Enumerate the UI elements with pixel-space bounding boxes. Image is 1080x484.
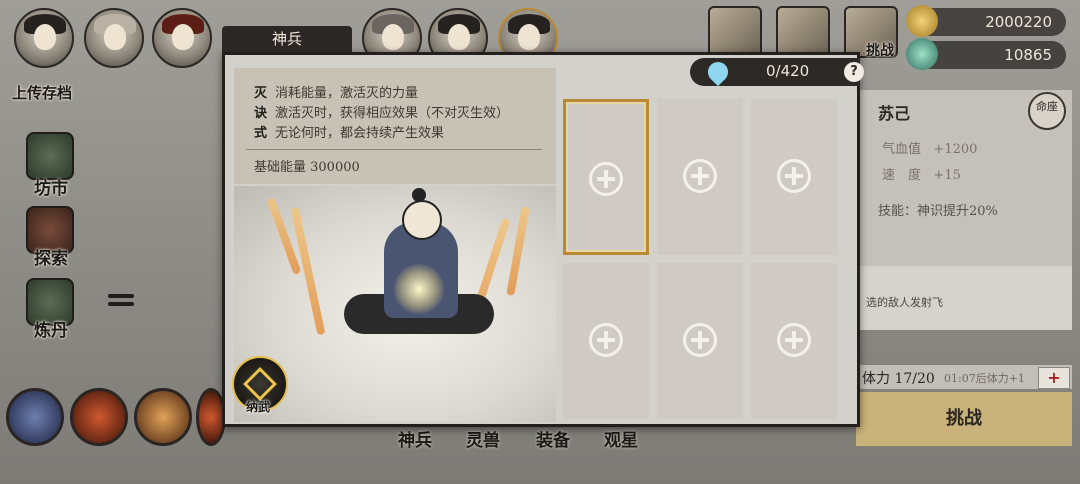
challenge-event-label[interactable]: 挑战: [866, 40, 894, 60]
upload-save-label[interactable]: 上传存档: [12, 82, 72, 103]
add-stamina-button[interactable]: +: [1038, 367, 1070, 389]
stat-speed: 速 度 +15: [882, 164, 961, 183]
stamina-timer: 01:07后体力+1: [944, 372, 1025, 385]
tab-equipment[interactable]: 装备: [536, 426, 570, 451]
add-weapon-icon: [589, 323, 623, 357]
coin-counter: 2000220: [906, 5, 1066, 37]
add-weapon-icon: [683, 159, 717, 193]
dialog-title-tab[interactable]: 神兵: [222, 26, 352, 52]
energy-counter: 0/420 ?: [690, 57, 864, 87]
equip-label[interactable]: 纳武: [246, 398, 270, 415]
weapon-slot[interactable]: [751, 263, 837, 419]
weapon-slot-selected[interactable]: [563, 99, 649, 255]
add-weapon-icon: [777, 159, 811, 193]
stat-hp: 气血值 +1200: [882, 138, 977, 157]
cards-icon[interactable]: [776, 6, 830, 58]
floating-sword: [506, 205, 530, 297]
skill-description-text: 选的敌人发射飞: [866, 296, 943, 309]
stat-label: 气血值: [882, 142, 922, 157]
diamond-icon: [243, 367, 277, 401]
desc-key: 诀: [254, 106, 268, 121]
weapon-description-box: 灭消耗能量，激活灭的力量 诀激活灭时，获得相应效果（不对灭生效） 式无论何时，都…: [234, 68, 556, 184]
add-weapon-icon: [683, 323, 717, 357]
stat-label: 速 度: [882, 168, 922, 183]
desc-line-mie: 灭消耗能量，激活灭的力量: [254, 82, 418, 101]
energy-glow: [394, 264, 444, 314]
weapon-slot[interactable]: [657, 99, 743, 255]
alchemy-label[interactable]: 炼丹: [34, 316, 68, 341]
base-energy-text: 基础能量 300000: [254, 160, 360, 175]
character-name: 苏己: [878, 104, 911, 123]
desc-text: 消耗能量，激活灭的力量: [275, 86, 419, 101]
menu-toggle-icon[interactable]: [108, 290, 134, 316]
jade-value: 10865: [1004, 46, 1052, 64]
character-avatar[interactable]: [84, 8, 144, 68]
character-avatar[interactable]: [152, 8, 212, 68]
energy-value: 0/420: [766, 62, 810, 80]
weapon-slot[interactable]: [751, 99, 837, 255]
skill-icon[interactable]: [6, 388, 64, 446]
constellation-badge[interactable]: 命座: [1028, 92, 1066, 130]
tab-weapon[interactable]: 神兵: [398, 426, 432, 451]
coin-value: 2000220: [985, 13, 1052, 31]
coin-icon: [906, 5, 938, 37]
desc-text: 无论何时，都会持续产生效果: [275, 126, 445, 141]
jade-icon: [906, 38, 938, 70]
energy-drop-icon: [703, 57, 733, 87]
market-icon[interactable]: [26, 132, 74, 180]
character-info-panel: 苏己 命座 气血值 +1200 速 度 +15 技能：神识提升20% 选的敌人发…: [860, 90, 1072, 330]
desc-key: 式: [254, 126, 268, 141]
add-weapon-icon: [777, 323, 811, 357]
add-weapon-icon: [589, 162, 623, 196]
divider: [246, 149, 542, 150]
character-avatar[interactable]: [14, 8, 74, 68]
desc-line-jue: 诀激活灭时，获得相应效果（不对灭生效）: [254, 102, 509, 121]
stamina-bar: 体力 17/20 01:07后体力+1 +: [858, 365, 1072, 389]
stat-value: +15: [933, 168, 961, 183]
explore-label[interactable]: 探索: [34, 244, 68, 269]
skill-description: 选的敌人发射飞: [860, 266, 1072, 330]
stat-value: +1200: [933, 142, 978, 157]
help-button[interactable]: ?: [844, 62, 864, 82]
desc-line-shi: 式无论何时，都会持续产生效果: [254, 122, 444, 141]
skill-text: 技能：神识提升20%: [878, 204, 998, 219]
stamina-label: 体力 17/20: [862, 371, 935, 387]
market-label[interactable]: 坊市: [34, 174, 68, 199]
figure-head: [402, 200, 442, 240]
event-icon[interactable]: [708, 6, 762, 58]
tab-beast[interactable]: 灵兽: [466, 426, 500, 451]
jade-counter: 10865: [906, 38, 1066, 70]
skill-icon[interactable]: [134, 388, 192, 446]
desc-text: 激活灭时，获得相应效果（不对灭生效）: [275, 106, 510, 121]
tab-stargazing[interactable]: 观星: [604, 426, 638, 451]
desc-key: 灭: [254, 86, 268, 101]
weapon-slot[interactable]: [563, 263, 649, 419]
challenge-button[interactable]: 挑战: [856, 392, 1072, 446]
skill-icon[interactable]: [70, 388, 128, 446]
weapon-slot[interactable]: [657, 263, 743, 419]
